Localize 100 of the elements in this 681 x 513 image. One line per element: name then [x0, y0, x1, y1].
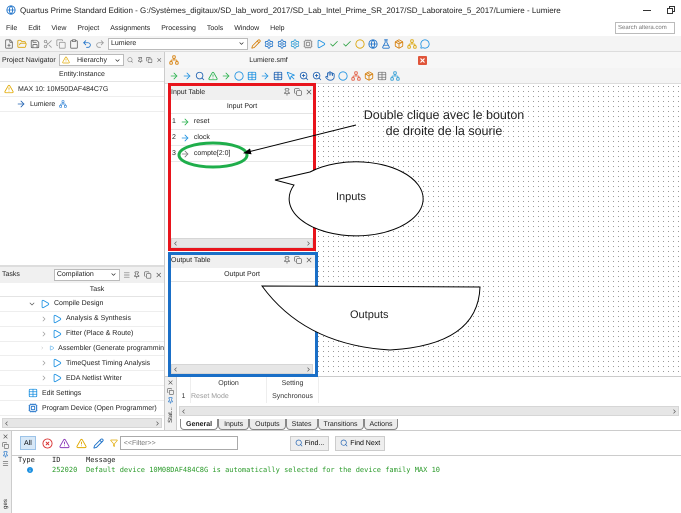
undo-icon[interactable]	[82, 38, 92, 48]
play-icon[interactable]	[316, 38, 326, 48]
scroll-left-icon[interactable]	[3, 420, 10, 427]
bus-port-icon	[180, 148, 190, 158]
filter-icon	[110, 439, 118, 447]
close-icon[interactable]	[2, 433, 9, 440]
scroll-right-icon[interactable]	[305, 366, 312, 372]
horizontal-scrollbar[interactable]	[171, 364, 313, 374]
close-icon[interactable]	[167, 379, 174, 386]
close-icon[interactable]	[305, 88, 313, 96]
pin-icon[interactable]	[133, 270, 141, 279]
close-icon[interactable]	[156, 56, 162, 64]
save-icon[interactable]	[30, 38, 40, 48]
callout-text: Outputs	[350, 308, 389, 322]
scroll-left-icon[interactable]	[172, 240, 179, 246]
hand-icon[interactable]	[325, 70, 335, 80]
app-icon	[6, 5, 16, 15]
scroll-left-icon[interactable]	[172, 366, 179, 372]
float-icon[interactable]	[167, 388, 174, 395]
table-icon[interactable]	[273, 70, 283, 80]
search-icon	[294, 439, 303, 447]
chip-icon[interactable]	[28, 403, 38, 414]
globe-icon[interactable]	[368, 38, 378, 48]
arrow-icon[interactable]	[182, 70, 192, 80]
search-icon[interactable]	[127, 56, 134, 64]
instruction-note: Double clique avec le bouton de droite de la sourie	[362, 107, 526, 140]
search-icon	[340, 439, 348, 447]
pin-icon[interactable]	[2, 451, 9, 458]
zoom-in-icon[interactable]	[299, 70, 309, 80]
close-icon[interactable]	[154, 270, 162, 279]
input-port-icon	[180, 116, 190, 126]
expand-icon[interactable]	[40, 314, 48, 323]
scroll-right-icon[interactable]	[305, 240, 312, 246]
cut-icon[interactable]	[43, 38, 53, 48]
play-icon[interactable]	[52, 358, 62, 368]
package-icon[interactable]	[394, 38, 404, 48]
find-icon[interactable]	[195, 70, 205, 80]
transition-icon[interactable]	[221, 70, 231, 80]
pointer-icon[interactable]	[286, 70, 296, 80]
pin-icon[interactable]	[283, 88, 291, 96]
state-machine-icon[interactable]	[169, 55, 179, 65]
gear-icon[interactable]	[264, 38, 274, 48]
warning-icon[interactable]	[76, 438, 87, 448]
clock-port-icon	[180, 132, 190, 142]
expand-icon[interactable]	[40, 374, 48, 382]
menu-icon[interactable]	[122, 270, 130, 279]
play-icon[interactable]	[52, 314, 62, 324]
play-icon[interactable]	[48, 343, 54, 354]
restore-icon[interactable]	[667, 6, 675, 14]
expand-icon[interactable]	[40, 330, 48, 338]
horizontal-scrollbar[interactable]	[2, 418, 162, 428]
chip-icon[interactable]	[303, 38, 313, 48]
highlight-ellipse	[178, 142, 248, 168]
arrow-icon[interactable]	[260, 70, 270, 80]
callout-text: Inputs	[336, 190, 366, 204]
table-icon[interactable]	[377, 70, 387, 80]
chat-icon[interactable]	[420, 38, 430, 48]
horizontal-scrollbar[interactable]	[171, 238, 313, 248]
horizontal-scrollbar[interactable]	[179, 406, 679, 416]
copy-icon[interactable]	[56, 38, 66, 48]
redo-icon[interactable]	[95, 38, 105, 48]
warning-icon	[62, 56, 70, 64]
window-title: Quartus Prime Standard Edition - G:/Systèmes_digitaux/SD_lab_word_2017/SD_Lab_Intel_Prime_SR_2017/SD_Laboratoire_5_2017/Lumiere - Lumiere	[20, 6, 562, 14]
network-icon[interactable]	[390, 70, 400, 80]
float-icon[interactable]	[2, 442, 9, 449]
play-icon[interactable]	[40, 298, 50, 309]
pencil-icon[interactable]	[251, 38, 261, 48]
pin-icon[interactable]	[283, 256, 291, 264]
pin-icon[interactable]	[167, 397, 174, 404]
entity-icon	[16, 99, 26, 109]
expand-icon[interactable]	[40, 359, 48, 368]
paste-icon[interactable]	[69, 38, 79, 48]
network-icon[interactable]	[407, 38, 417, 48]
circle-icon[interactable]	[338, 70, 348, 80]
float-icon[interactable]	[294, 256, 302, 264]
circle-icon[interactable]	[355, 38, 365, 48]
info-icon	[26, 466, 34, 474]
pin-icon[interactable]	[136, 56, 144, 64]
new-file-icon[interactable]	[4, 38, 14, 48]
critical-warning-icon[interactable]	[58, 438, 70, 448]
close-icon[interactable]	[305, 256, 313, 264]
network-icon[interactable]	[351, 70, 361, 80]
play-icon[interactable]	[52, 373, 62, 384]
float-icon[interactable]	[146, 56, 153, 64]
gear-icon[interactable]	[277, 38, 287, 48]
scroll-right-icon[interactable]	[154, 420, 161, 427]
float-icon[interactable]	[144, 270, 152, 279]
float-icon[interactable]	[294, 88, 302, 96]
menu-icon[interactable]	[2, 460, 9, 467]
flask-icon[interactable]	[381, 38, 391, 48]
package-icon[interactable]	[364, 70, 374, 80]
circle-icon[interactable]	[234, 70, 244, 80]
gear-icon[interactable]	[290, 38, 300, 48]
scroll-right-icon[interactable]	[671, 408, 678, 414]
error-icon[interactable]	[42, 438, 53, 448]
arrow-icon[interactable]	[169, 70, 179, 80]
caret-icon	[110, 271, 117, 278]
scroll-left-icon[interactable]	[180, 408, 187, 414]
play-icon[interactable]	[52, 328, 62, 339]
table-icon[interactable]	[247, 70, 257, 80]
